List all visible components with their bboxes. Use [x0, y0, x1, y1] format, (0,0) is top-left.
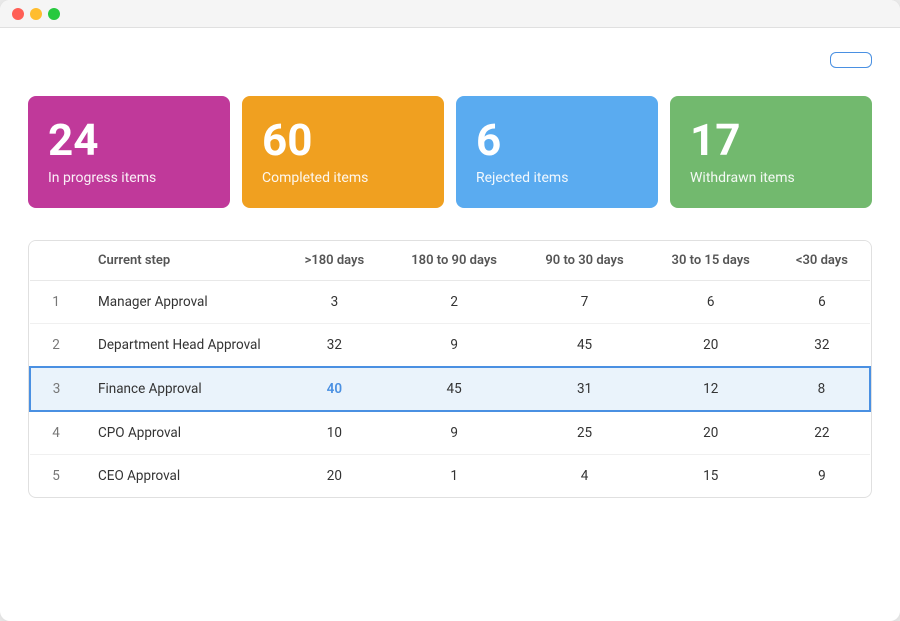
- reports-button[interactable]: [830, 52, 872, 68]
- value-cell-2: 32: [282, 324, 387, 368]
- value-cell-6: 8: [774, 367, 870, 411]
- value-cell-2: 40: [282, 367, 387, 411]
- status-card-2: 6 Rejected items: [456, 96, 658, 208]
- card-label: Completed items: [262, 170, 424, 186]
- value-cell-0: 4: [30, 411, 82, 455]
- value-cell-6: 9: [774, 455, 870, 498]
- card-label: In progress items: [48, 170, 210, 186]
- card-number: 60: [262, 118, 424, 162]
- col-header-5: 30 to 15 days: [648, 241, 774, 281]
- col-header-6: <30 days: [774, 241, 870, 281]
- value-cell-3: 45: [387, 367, 522, 411]
- table-row[interactable]: 3Finance Approval404531128: [30, 367, 870, 411]
- table-row[interactable]: 1Manager Approval32766: [30, 281, 870, 324]
- minimize-button[interactable]: [30, 8, 42, 20]
- value-cell-3: 1: [387, 455, 522, 498]
- table-body: 1Manager Approval327662Department Head A…: [30, 281, 870, 498]
- app-window: 24 In progress items 60 Completed items …: [0, 0, 900, 621]
- value-cell-5: 15: [648, 455, 774, 498]
- value-cell-2: 10: [282, 411, 387, 455]
- step-cell: CEO Approval: [82, 455, 282, 498]
- main-content: 24 In progress items 60 Completed items …: [0, 28, 900, 522]
- value-cell-0: 1: [30, 281, 82, 324]
- table-row[interactable]: 5CEO Approval2014159: [30, 455, 870, 498]
- value-cell-3: 9: [387, 324, 522, 368]
- maximize-button[interactable]: [48, 8, 60, 20]
- table-header: Current step>180 days180 to 90 days90 to…: [30, 241, 870, 281]
- value-cell-6: 32: [774, 324, 870, 368]
- col-header-3: 180 to 90 days: [387, 241, 522, 281]
- value-cell-0: 5: [30, 455, 82, 498]
- status-card-1: 60 Completed items: [242, 96, 444, 208]
- card-number: 17: [690, 118, 852, 162]
- col-header-1: Current step: [82, 241, 282, 281]
- table-wrapper: Current step>180 days180 to 90 days90 to…: [28, 240, 872, 498]
- table-row[interactable]: 2Department Head Approval329452032: [30, 324, 870, 368]
- value-cell-0: 2: [30, 324, 82, 368]
- table-row[interactable]: 4CPO Approval109252022: [30, 411, 870, 455]
- value-cell-6: 6: [774, 281, 870, 324]
- close-button[interactable]: [12, 8, 24, 20]
- col-header-2: >180 days: [282, 241, 387, 281]
- card-label: Rejected items: [476, 170, 638, 186]
- card-label: Withdrawn items: [690, 170, 852, 186]
- value-cell-2: 3: [282, 281, 387, 324]
- value-cell-2: 20: [282, 455, 387, 498]
- value-cell-0: 3: [30, 367, 82, 411]
- purchase-requests-table: Current step>180 days180 to 90 days90 to…: [29, 241, 871, 497]
- value-cell-5: 12: [648, 367, 774, 411]
- card-number: 6: [476, 118, 638, 162]
- value-cell-4: 7: [521, 281, 647, 324]
- status-card-0: 24 In progress items: [28, 96, 230, 208]
- col-header-0: [30, 241, 82, 281]
- value-cell-3: 9: [387, 411, 522, 455]
- status-card-3: 17 Withdrawn items: [670, 96, 872, 208]
- card-number: 24: [48, 118, 210, 162]
- value-cell-6: 22: [774, 411, 870, 455]
- value-cell-4: 45: [521, 324, 647, 368]
- value-cell-4: 4: [521, 455, 647, 498]
- value-cell-4: 31: [521, 367, 647, 411]
- page-header: [28, 52, 872, 68]
- step-cell: Manager Approval: [82, 281, 282, 324]
- value-cell-5: 20: [648, 324, 774, 368]
- value-cell-5: 6: [648, 281, 774, 324]
- value-cell-3: 2: [387, 281, 522, 324]
- title-bar: [0, 0, 900, 28]
- step-cell: Finance Approval: [82, 367, 282, 411]
- status-cards: 24 In progress items 60 Completed items …: [28, 96, 872, 208]
- step-cell: Department Head Approval: [82, 324, 282, 368]
- col-header-4: 90 to 30 days: [521, 241, 647, 281]
- step-cell: CPO Approval: [82, 411, 282, 455]
- value-cell-5: 20: [648, 411, 774, 455]
- value-cell-4: 25: [521, 411, 647, 455]
